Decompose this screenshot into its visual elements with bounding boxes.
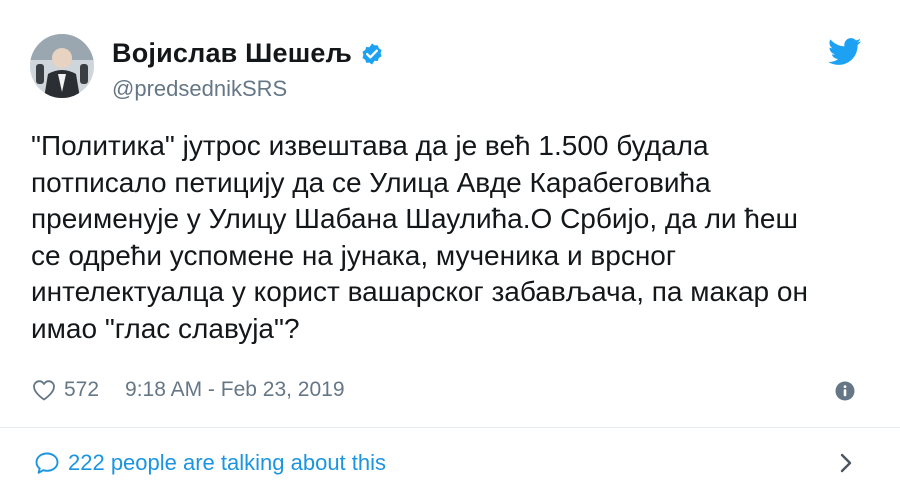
author-name-row[interactable]: Војислав Шешељ [112,38,384,69]
tweet-embed-card: Војислав Шешељ @predsednikSRS "Политика"… [0,0,900,486]
author-display-name[interactable]: Војислав Шешељ [112,38,352,69]
author-handle[interactable]: @predsednikSRS [112,76,287,102]
avatar[interactable] [30,34,94,98]
twitter-bird-icon[interactable] [828,38,862,66]
info-icon[interactable] [834,380,856,402]
tweet-meta: 572 9:18 AM - Feb 23, 2019 [32,378,345,402]
tweet-timestamp[interactable]: 9:18 AM - Feb 23, 2019 [125,378,344,402]
like-count[interactable]: 572 [64,378,99,402]
tweet-text: "Политика" јутрос извештава да је већ 1.… [31,130,808,344]
divider [0,427,900,428]
conversation-link-text[interactable]: 222 people are talking about this [68,450,386,476]
conversation-link[interactable]: 222 people are talking about this [34,450,386,476]
verified-badge-icon [362,43,382,64]
speech-bubble-icon [35,452,59,474]
chevron-right-icon[interactable] [838,452,854,474]
avatar-photo [30,34,94,98]
heart-icon[interactable] [32,379,56,401]
